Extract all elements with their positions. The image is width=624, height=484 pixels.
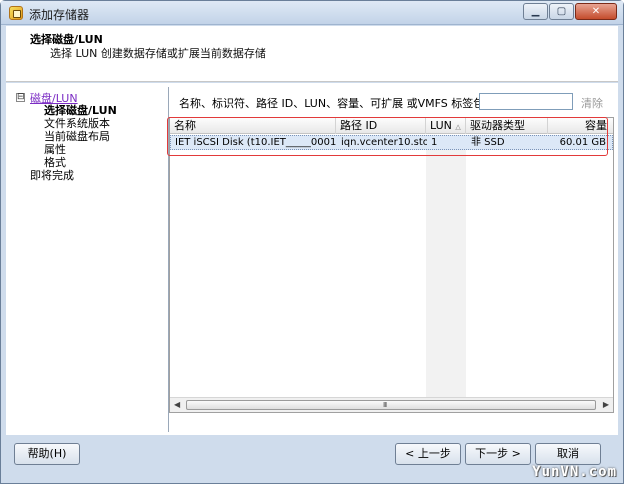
lun-table: 名称 路径 ID LUN △ 驱动器类型 容量 IET iSCSI Disk (… [169, 117, 614, 413]
column-drive-type[interactable]: 驱动器类型 [466, 118, 548, 134]
cell-lun: 1 [431, 137, 438, 148]
column-name[interactable]: 名称 [170, 118, 336, 134]
next-button[interactable]: 下一步 > [465, 443, 531, 465]
watermark: YunVN.com [532, 464, 617, 480]
filter-input[interactable] [479, 93, 573, 110]
column-lun[interactable]: LUN △ [426, 118, 466, 134]
close-icon[interactable]: ✕ [575, 3, 617, 20]
disk-selection-pane: 名称、标识符、路径 ID、LUN、容量、可扩展 或VMFS 标签包含: ▾ 清除… [169, 87, 618, 432]
horizontal-scrollbar[interactable]: ◀ III ▶ [170, 397, 613, 412]
clear-button[interactable]: 清除 [581, 95, 603, 111]
table-header: 名称 路径 ID LUN △ 驱动器类型 容量 [170, 118, 613, 134]
add-storage-window: 添加存储器 ▁ ▢ ✕ 选择磁盘/LUN 选择 LUN 创建数据存储或扩展当前数… [0, 0, 624, 484]
scrollbar-thumb[interactable]: III [186, 400, 596, 410]
maximize-icon[interactable]: ▢ [549, 3, 574, 20]
grip-icon: III [383, 401, 387, 409]
cell-capacity: 60.01 GB [559, 137, 606, 148]
wizard-footer: 帮助(H) < 上一步 下一步 > 取消 [6, 436, 618, 478]
cell-name: IET iSCSI Disk (t10.IET_____00010... [175, 137, 336, 148]
sort-indicator-icon: △ [455, 123, 461, 131]
cell-path-id: iqn.vcenter10.stor... [341, 137, 427, 148]
column-lun-label: LUN [430, 119, 452, 132]
back-button[interactable]: < 上一步 [395, 443, 461, 465]
lun-column-shading [426, 135, 466, 397]
wizard-content: ⊟ 磁盘/LUN 选择磁盘/LUN 文件系统版本 当前磁盘布局 属性 格式 即将… [6, 83, 618, 435]
step-ready-to-complete: 即将完成 [30, 169, 74, 182]
filter-dropdown[interactable]: 名称、标识符、路径 ID、LUN、容量、可扩展 或VMFS 标签包含: ▾ [179, 95, 508, 111]
title-bar[interactable]: 添加存储器 ▁ ▢ ✕ [1, 1, 623, 25]
scroll-left-icon[interactable]: ◀ [174, 400, 180, 409]
cancel-button[interactable]: 取消 [535, 443, 601, 465]
window-controls: ▁ ▢ ✕ [523, 3, 617, 20]
help-button[interactable]: 帮助(H) [14, 443, 80, 465]
page-subtitle: 选择 LUN 创建数据存储或扩展当前数据存储 [50, 47, 266, 60]
cell-drive-type: 非 SSD [471, 137, 505, 148]
wizard-steps-nav: ⊟ 磁盘/LUN 选择磁盘/LUN 文件系统版本 当前磁盘布局 属性 格式 即将… [10, 87, 169, 432]
window-title: 添加存储器 [29, 8, 90, 22]
minimize-icon[interactable]: ▁ [523, 3, 548, 20]
column-path-id[interactable]: 路径 ID [336, 118, 426, 134]
scroll-right-icon[interactable]: ▶ [603, 400, 609, 409]
storage-app-icon [9, 6, 23, 20]
wizard-header: 选择磁盘/LUN 选择 LUN 创建数据存储或扩展当前数据存储 [6, 26, 618, 82]
collapse-icon[interactable]: ⊟ [16, 93, 25, 102]
table-row[interactable]: IET iSCSI Disk (t10.IET_____00010... iqn… [170, 135, 613, 150]
column-capacity[interactable]: 容量 [548, 118, 613, 134]
